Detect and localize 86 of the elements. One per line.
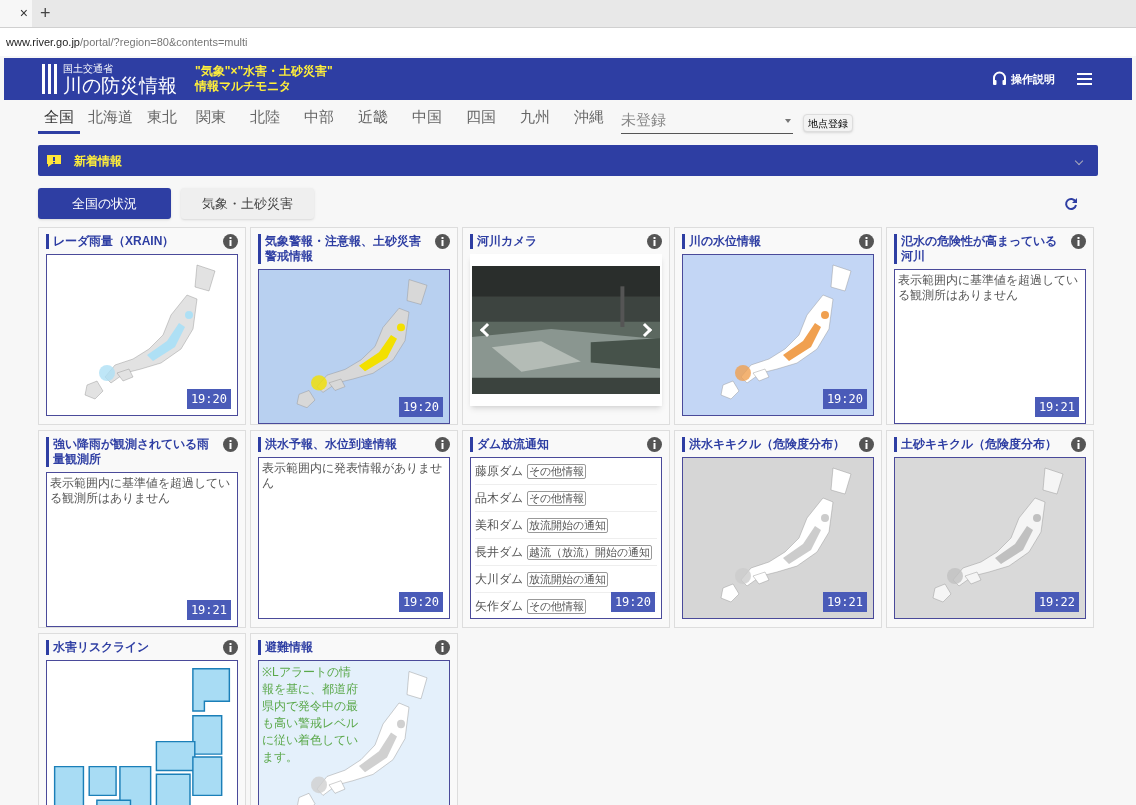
info-icon[interactable] bbox=[435, 234, 450, 249]
info-icon[interactable] bbox=[223, 234, 238, 249]
status-tag: 越流（放流）開始の通知 bbox=[527, 544, 652, 560]
card-title: 氾水の危険性が高まっている河川 bbox=[894, 234, 1067, 264]
close-tab-button[interactable]: × bbox=[19, 2, 28, 24]
dam-name: 長井ダム bbox=[475, 544, 524, 561]
dam-name: 美和ダム bbox=[475, 517, 524, 534]
card-title: 川の水位情報 bbox=[682, 234, 761, 249]
info-icon[interactable] bbox=[647, 437, 662, 452]
card-title: 洪水キキクル（危険度分布） bbox=[682, 437, 845, 452]
info-icon[interactable] bbox=[859, 437, 874, 452]
timestamp-badge: 19:20 bbox=[822, 389, 867, 409]
status-tag: 放流開始の通知 bbox=[527, 571, 608, 587]
status-tag: その他情報 bbox=[527, 598, 586, 614]
browser-tab[interactable]: × bbox=[0, 0, 32, 27]
help-link[interactable]: 操作説明 bbox=[992, 70, 1055, 88]
region-tab[interactable]: 北海道 bbox=[82, 105, 139, 134]
ministry-name: 国土交通省 bbox=[63, 63, 114, 74]
address-bar[interactable]: www.river.go.jp/portal/?region=80&contents=multi bbox=[0, 28, 1136, 56]
card-title: 気象警報・注意報、土砂災害警戒情報 bbox=[258, 234, 431, 264]
new-tab-button[interactable]: + bbox=[32, 0, 59, 27]
alert-icon bbox=[46, 153, 62, 168]
refresh-icon[interactable] bbox=[1064, 196, 1078, 211]
info-icon[interactable] bbox=[435, 437, 450, 452]
dam-name: 大川ダム bbox=[475, 571, 524, 588]
timestamp-badge: 19:22 bbox=[1034, 592, 1079, 612]
site-title: 川の防災情報 bbox=[63, 75, 177, 95]
timestamp-badge: 19:21 bbox=[1034, 397, 1079, 417]
headset-icon bbox=[992, 71, 1007, 87]
dam-name: 藤原ダム bbox=[475, 463, 524, 480]
info-icon[interactable] bbox=[1071, 234, 1086, 249]
card-title: 土砂キキクル（危険度分布） bbox=[894, 437, 1057, 452]
info-icon[interactable] bbox=[223, 437, 238, 452]
region-tab[interactable]: 近畿 bbox=[352, 105, 394, 134]
status-tag: 放流開始の通知 bbox=[527, 517, 608, 533]
status-tag: その他情報 bbox=[527, 463, 586, 479]
timestamp-badge: 19:21 bbox=[822, 592, 867, 612]
dam-name: 品木ダム bbox=[475, 490, 524, 507]
message-text: 表示範囲内に基準値を超過している観測所はありません bbox=[50, 476, 231, 506]
logo-icon bbox=[42, 63, 57, 95]
timestamp-badge: 19:20 bbox=[398, 397, 443, 417]
dam-name: 矢作ダム bbox=[475, 598, 524, 615]
region-tab[interactable]: 沖縄 bbox=[568, 105, 610, 134]
card-title: 河川カメラ bbox=[470, 234, 537, 249]
region-tab[interactable]: 北陸 bbox=[244, 105, 286, 134]
region-tab[interactable]: 中部 bbox=[298, 105, 340, 134]
status-tag: その他情報 bbox=[527, 490, 586, 506]
map-panel[interactable]: 19:21 bbox=[682, 457, 874, 619]
timestamp-badge: 19:20 bbox=[610, 592, 655, 612]
info-icon[interactable] bbox=[223, 640, 238, 655]
location-select[interactable]: 未登録 bbox=[621, 108, 793, 134]
tagline-text: 情報マルチモニタ bbox=[195, 79, 292, 94]
register-button[interactable]: 地点登録 bbox=[803, 114, 853, 132]
info-icon[interactable] bbox=[1071, 437, 1086, 452]
menu-icon[interactable] bbox=[1077, 73, 1092, 85]
news-bar[interactable]: 新着情報 bbox=[38, 145, 1098, 176]
region-tab[interactable]: 東北 bbox=[141, 105, 183, 134]
timestamp-badge: 19:20 bbox=[186, 389, 231, 409]
info-icon[interactable] bbox=[647, 234, 662, 249]
timestamp-badge: 19:21 bbox=[186, 600, 231, 620]
message-text: 表示範囲内に発表情報がありません bbox=[262, 461, 443, 491]
info-icon[interactable] bbox=[435, 640, 450, 655]
map-panel[interactable]: 19:22 bbox=[894, 457, 1086, 619]
riskline-panel[interactable] bbox=[46, 660, 238, 805]
map-panel[interactable]: 19:20 bbox=[682, 254, 874, 416]
card-title: 強い降雨が観測されている雨量観測所 bbox=[46, 437, 219, 467]
card-title: 避難情報 bbox=[258, 640, 313, 655]
timestamp-badge: 19:20 bbox=[398, 592, 443, 612]
card-title: レーダ雨量（XRAIN） bbox=[46, 234, 175, 249]
region-tab[interactable]: 九州 bbox=[514, 105, 556, 134]
view-tab[interactable]: 全国の状況 bbox=[38, 188, 171, 219]
map-panel[interactable]: 19:20 bbox=[46, 254, 238, 416]
region-tab[interactable]: 四国 bbox=[460, 105, 502, 134]
region-tab[interactable]: 中国 bbox=[406, 105, 448, 134]
legend-note: ※Lアラートの情報を基に、都道府県内で発令中の最も高い警戒レベルに従い着色しています。 bbox=[262, 664, 359, 766]
card-title: ダム放流通知 bbox=[470, 437, 549, 452]
region-tab[interactable]: 関東 bbox=[190, 105, 232, 134]
card-title: 洪水予報、水位到達情報 bbox=[258, 437, 397, 452]
card-title: 水害リスクライン bbox=[46, 640, 149, 655]
info-icon[interactable] bbox=[859, 234, 874, 249]
dropdown-icon bbox=[785, 118, 791, 123]
tagline-text: "気象"×"水害・土砂災害" bbox=[195, 64, 333, 79]
view-tab[interactable]: 気象・土砂災害 bbox=[181, 188, 314, 219]
map-panel[interactable]: 19:20 bbox=[258, 269, 450, 424]
message-text: 表示範囲内に基準値を超過している観測所はありません bbox=[898, 273, 1079, 303]
region-tab[interactable]: 全国 bbox=[38, 105, 80, 134]
